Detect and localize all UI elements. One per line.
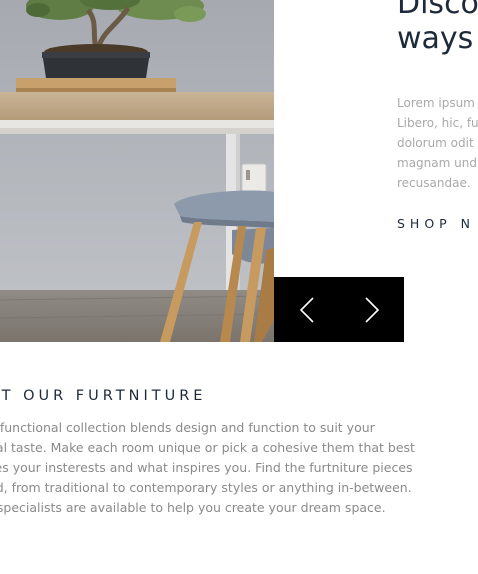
about-heading: UT OUR FURTNITURE xyxy=(0,388,207,404)
about-description-line: ltifunctional collection blends design a… xyxy=(0,420,375,435)
about-description-line: ed, from traditional to contemporary sty… xyxy=(0,480,412,495)
hero-headline: Disco ways xyxy=(397,0,478,56)
next-slide-button[interactable] xyxy=(339,277,404,342)
hero-description-line: Lorem ipsum xyxy=(397,96,475,110)
hero-description-line: magnam und xyxy=(397,156,477,170)
about-description-line: t specialists are available to help you … xyxy=(0,500,386,515)
hero-description: Lorem ipsum Libero, hic, fu dolorum odit… xyxy=(397,93,478,193)
chevron-right-icon xyxy=(364,296,380,324)
hero-photo xyxy=(0,0,274,342)
hero-headline-line1: Disco xyxy=(397,0,478,21)
slider-controls xyxy=(274,277,404,342)
page: Disco ways Lorem ipsum Libero, hic, fu d… xyxy=(0,0,478,574)
hero-headline-line2: ways xyxy=(397,21,474,56)
hero-description-line: recusandae. xyxy=(397,176,471,190)
about-description: ltifunctional collection blends design a… xyxy=(0,418,415,518)
chevron-left-icon xyxy=(299,296,315,324)
prev-slide-button[interactable] xyxy=(274,277,339,342)
hero-description-line: dolorum odit xyxy=(397,136,474,150)
shop-now-link[interactable]: SHOP N xyxy=(397,216,475,231)
about-description-line: ses your insterests and what inspires yo… xyxy=(0,460,413,475)
hero-description-line: Libero, hic, fu xyxy=(397,116,478,130)
about-description-line: ual taste. Make each room unique or pick… xyxy=(0,440,415,455)
